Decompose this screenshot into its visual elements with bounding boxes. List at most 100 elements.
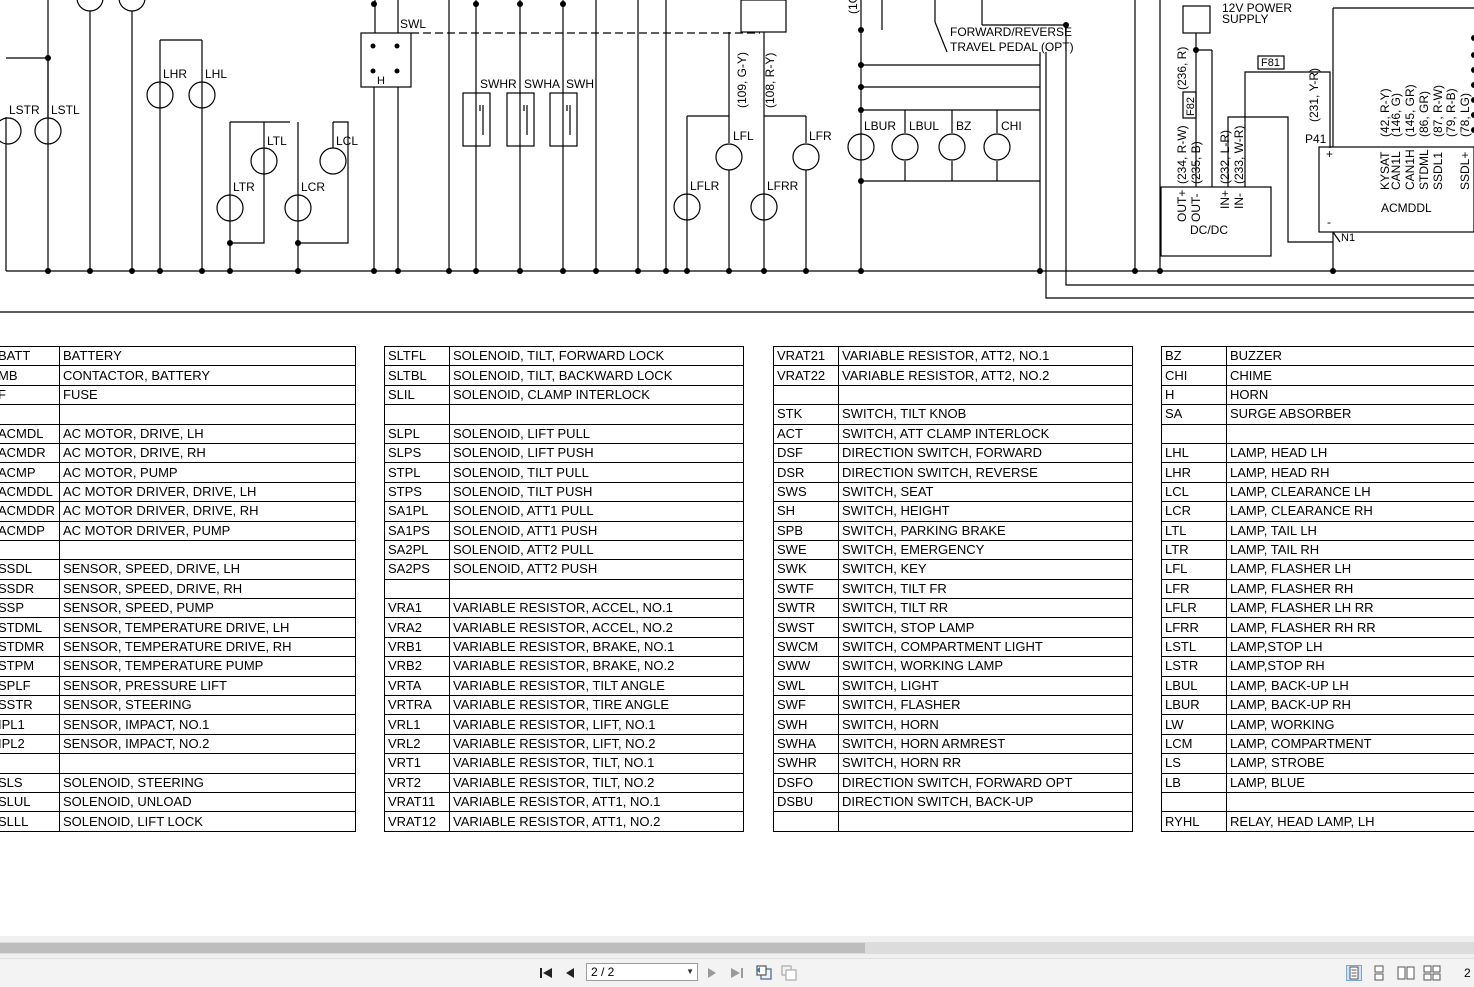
legend-code: VRL2	[385, 734, 450, 753]
legend-description: LAMP,STOP LH	[1227, 637, 1474, 656]
legend-description: VARIABLE RESISTOR, ATT1, NO.1	[450, 792, 744, 811]
label-swha: SWHA	[524, 77, 560, 91]
label-dcdc: DC/DC	[1190, 223, 1228, 237]
legend-row: LFRLAMP, FLASHER RH	[1162, 579, 1474, 598]
two-page-continuous-view-icon[interactable]	[1422, 963, 1442, 983]
legend-description: SENSOR, SPEED, DRIVE, RH	[60, 579, 356, 598]
legend-code: SLS	[0, 773, 60, 792]
legend-code: VRL1	[385, 715, 450, 734]
legend-row: STPLSOLENOID, TILT PULL	[385, 463, 744, 482]
legend-code: STPS	[385, 482, 450, 501]
legend-description: SWITCH, HEIGHT	[839, 502, 1133, 521]
label-in-plus: IN+	[1218, 190, 1232, 209]
legend-description: CONTACTOR, BATTERY	[60, 366, 356, 385]
legend-row: VRAT21VARIABLE RESISTOR, ATT2, NO.1	[774, 347, 1133, 366]
legend-row: SLTFLSOLENOID, TILT, FORWARD LOCK	[385, 347, 744, 366]
legend-description	[1227, 792, 1474, 811]
legend-description: SWITCH, TILT KNOB	[839, 405, 1133, 424]
legend-code: SLPS	[385, 443, 450, 462]
legend-description: AC MOTOR DRIVER, PUMP	[60, 521, 356, 540]
go-back-view-icon[interactable]	[754, 963, 774, 983]
legend-description: SWITCH, KEY	[839, 560, 1133, 579]
legend-description: SWITCH, PARKING BRAKE	[839, 521, 1133, 540]
legend-code: SWCM	[774, 637, 839, 656]
scrollbar-thumb[interactable]	[0, 943, 865, 953]
two-page-view-icon[interactable]	[1396, 963, 1416, 983]
legend-code: LFLR	[1162, 599, 1227, 618]
page-number-select[interactable]: 2 / 2 ▼	[586, 963, 698, 981]
legend-code: LTR	[1162, 540, 1227, 559]
label-lhl: LHL	[205, 67, 227, 81]
legend-description: SURGE ABSORBER	[1227, 405, 1474, 424]
legend-code: ACMDP	[0, 521, 60, 540]
legend-description: VARIABLE RESISTOR, ATT2, NO.1	[839, 347, 1133, 366]
legend-description: LAMP, FLASHER LH RR	[1227, 599, 1474, 618]
label-chi: CHI	[1001, 119, 1022, 133]
label-out-minus: OUT-	[1189, 193, 1203, 222]
legend-row: LBLAMP, BLUE	[1162, 773, 1474, 792]
legend-description	[450, 579, 744, 598]
label-lstr: LSTR	[9, 103, 40, 117]
legend-code: STDMR	[0, 637, 60, 656]
legend-code: DSF	[774, 443, 839, 462]
legend-row: SA2PSSOLENOID, ATT2 PUSH	[385, 560, 744, 579]
label-wire-234: (234, R-W)	[1175, 125, 1189, 184]
legend-row: VRAT12VARIABLE RESISTOR, ATT1, NO.2	[385, 812, 744, 831]
label-f82: F82	[1185, 97, 1197, 116]
legend-description: LAMP, STROBE	[1227, 754, 1474, 773]
legend-description: SOLENOID, ATT1 PUSH	[450, 521, 744, 540]
legend-row: SHSWITCH, HEIGHT	[774, 502, 1133, 521]
legend-row: STPMSENSOR, TEMPERATURE PUMP	[0, 657, 356, 676]
legend-row: DSRDIRECTION SWITCH, REVERSE	[774, 463, 1133, 482]
legend-row: SWHSWITCH, HORN	[774, 715, 1133, 734]
legend-code: SH	[774, 502, 839, 521]
legend-row: SSDRSENSOR, SPEED, DRIVE, RH	[0, 579, 356, 598]
legend-table-4: BZBUZZERCHICHIMEHHORNSASURGE ABSORBERLHL…	[1161, 346, 1474, 832]
legend-row: LSTLLAMP,STOP LH	[1162, 637, 1474, 656]
continuous-view-icon[interactable]	[1369, 963, 1389, 983]
label-ssdl-plus: SSDL+	[1458, 152, 1472, 190]
legend-row	[1162, 424, 1474, 443]
next-page-icon[interactable]	[702, 963, 722, 983]
legend-code: DSFO	[774, 773, 839, 792]
label-swl: SWL	[400, 17, 426, 31]
legend-description: LAMP, FLASHER RH	[1227, 579, 1474, 598]
label-p41: P41	[1305, 132, 1327, 146]
label-supply: SUPPLY	[1222, 12, 1268, 26]
last-page-icon[interactable]	[727, 963, 747, 983]
legend-description: HORN	[1227, 385, 1474, 404]
legend-description: SOLENOID, LIFT PULL	[450, 424, 744, 443]
legend-row: BZBUZZER	[1162, 347, 1474, 366]
legend-code: ACMDDR	[0, 502, 60, 521]
legend-code: IPL1	[0, 715, 60, 734]
legend-description: SENSOR, IMPACT, NO.2	[60, 734, 356, 753]
label-lbul: LBUL	[909, 119, 939, 133]
legend-description	[839, 385, 1133, 404]
legend-code	[1162, 424, 1227, 443]
label-wire-233: (233, W-R)	[1232, 126, 1246, 184]
legend-row: VRAT11VARIABLE RESISTOR, ATT1, NO.1	[385, 792, 744, 811]
legend-code: SSDL	[0, 560, 60, 579]
legend-code: LCM	[1162, 734, 1227, 753]
legend-row: SLPLSOLENOID, LIFT PULL	[385, 424, 744, 443]
legend-row: LCLLAMP, CLEARANCE LH	[1162, 482, 1474, 501]
horizontal-scrollbar[interactable]	[0, 936, 1474, 958]
legend-code: SPLF	[0, 676, 60, 695]
legend-row: STKSWITCH, TILT KNOB	[774, 405, 1133, 424]
previous-page-icon[interactable]	[560, 963, 580, 983]
legend-description: AC MOTOR DRIVER, DRIVE, RH	[60, 502, 356, 521]
legend-row: STDMRSENSOR, TEMPERATURE DRIVE, RH	[0, 637, 356, 656]
legend-code: SLIL	[385, 385, 450, 404]
legend-code: VRTRA	[385, 696, 450, 715]
first-page-icon[interactable]	[536, 963, 556, 983]
label-lfrr: LFRR	[767, 179, 799, 193]
go-forward-view-icon[interactable]	[779, 963, 799, 983]
label-lhr: LHR	[163, 67, 187, 81]
single-page-view-icon[interactable]	[1344, 963, 1364, 983]
legend-description: LAMP, FLASHER RH RR	[1227, 618, 1474, 637]
legend-row: SPLFSENSOR, PRESSURE LIFT	[0, 676, 356, 695]
label-wire-232: (232, L-R)	[1218, 130, 1232, 184]
legend-code: H	[1162, 385, 1227, 404]
legend-row: VRA1VARIABLE RESISTOR, ACCEL, NO.1	[385, 599, 744, 618]
legend-row: SA1PLSOLENOID, ATT1 PULL	[385, 502, 744, 521]
